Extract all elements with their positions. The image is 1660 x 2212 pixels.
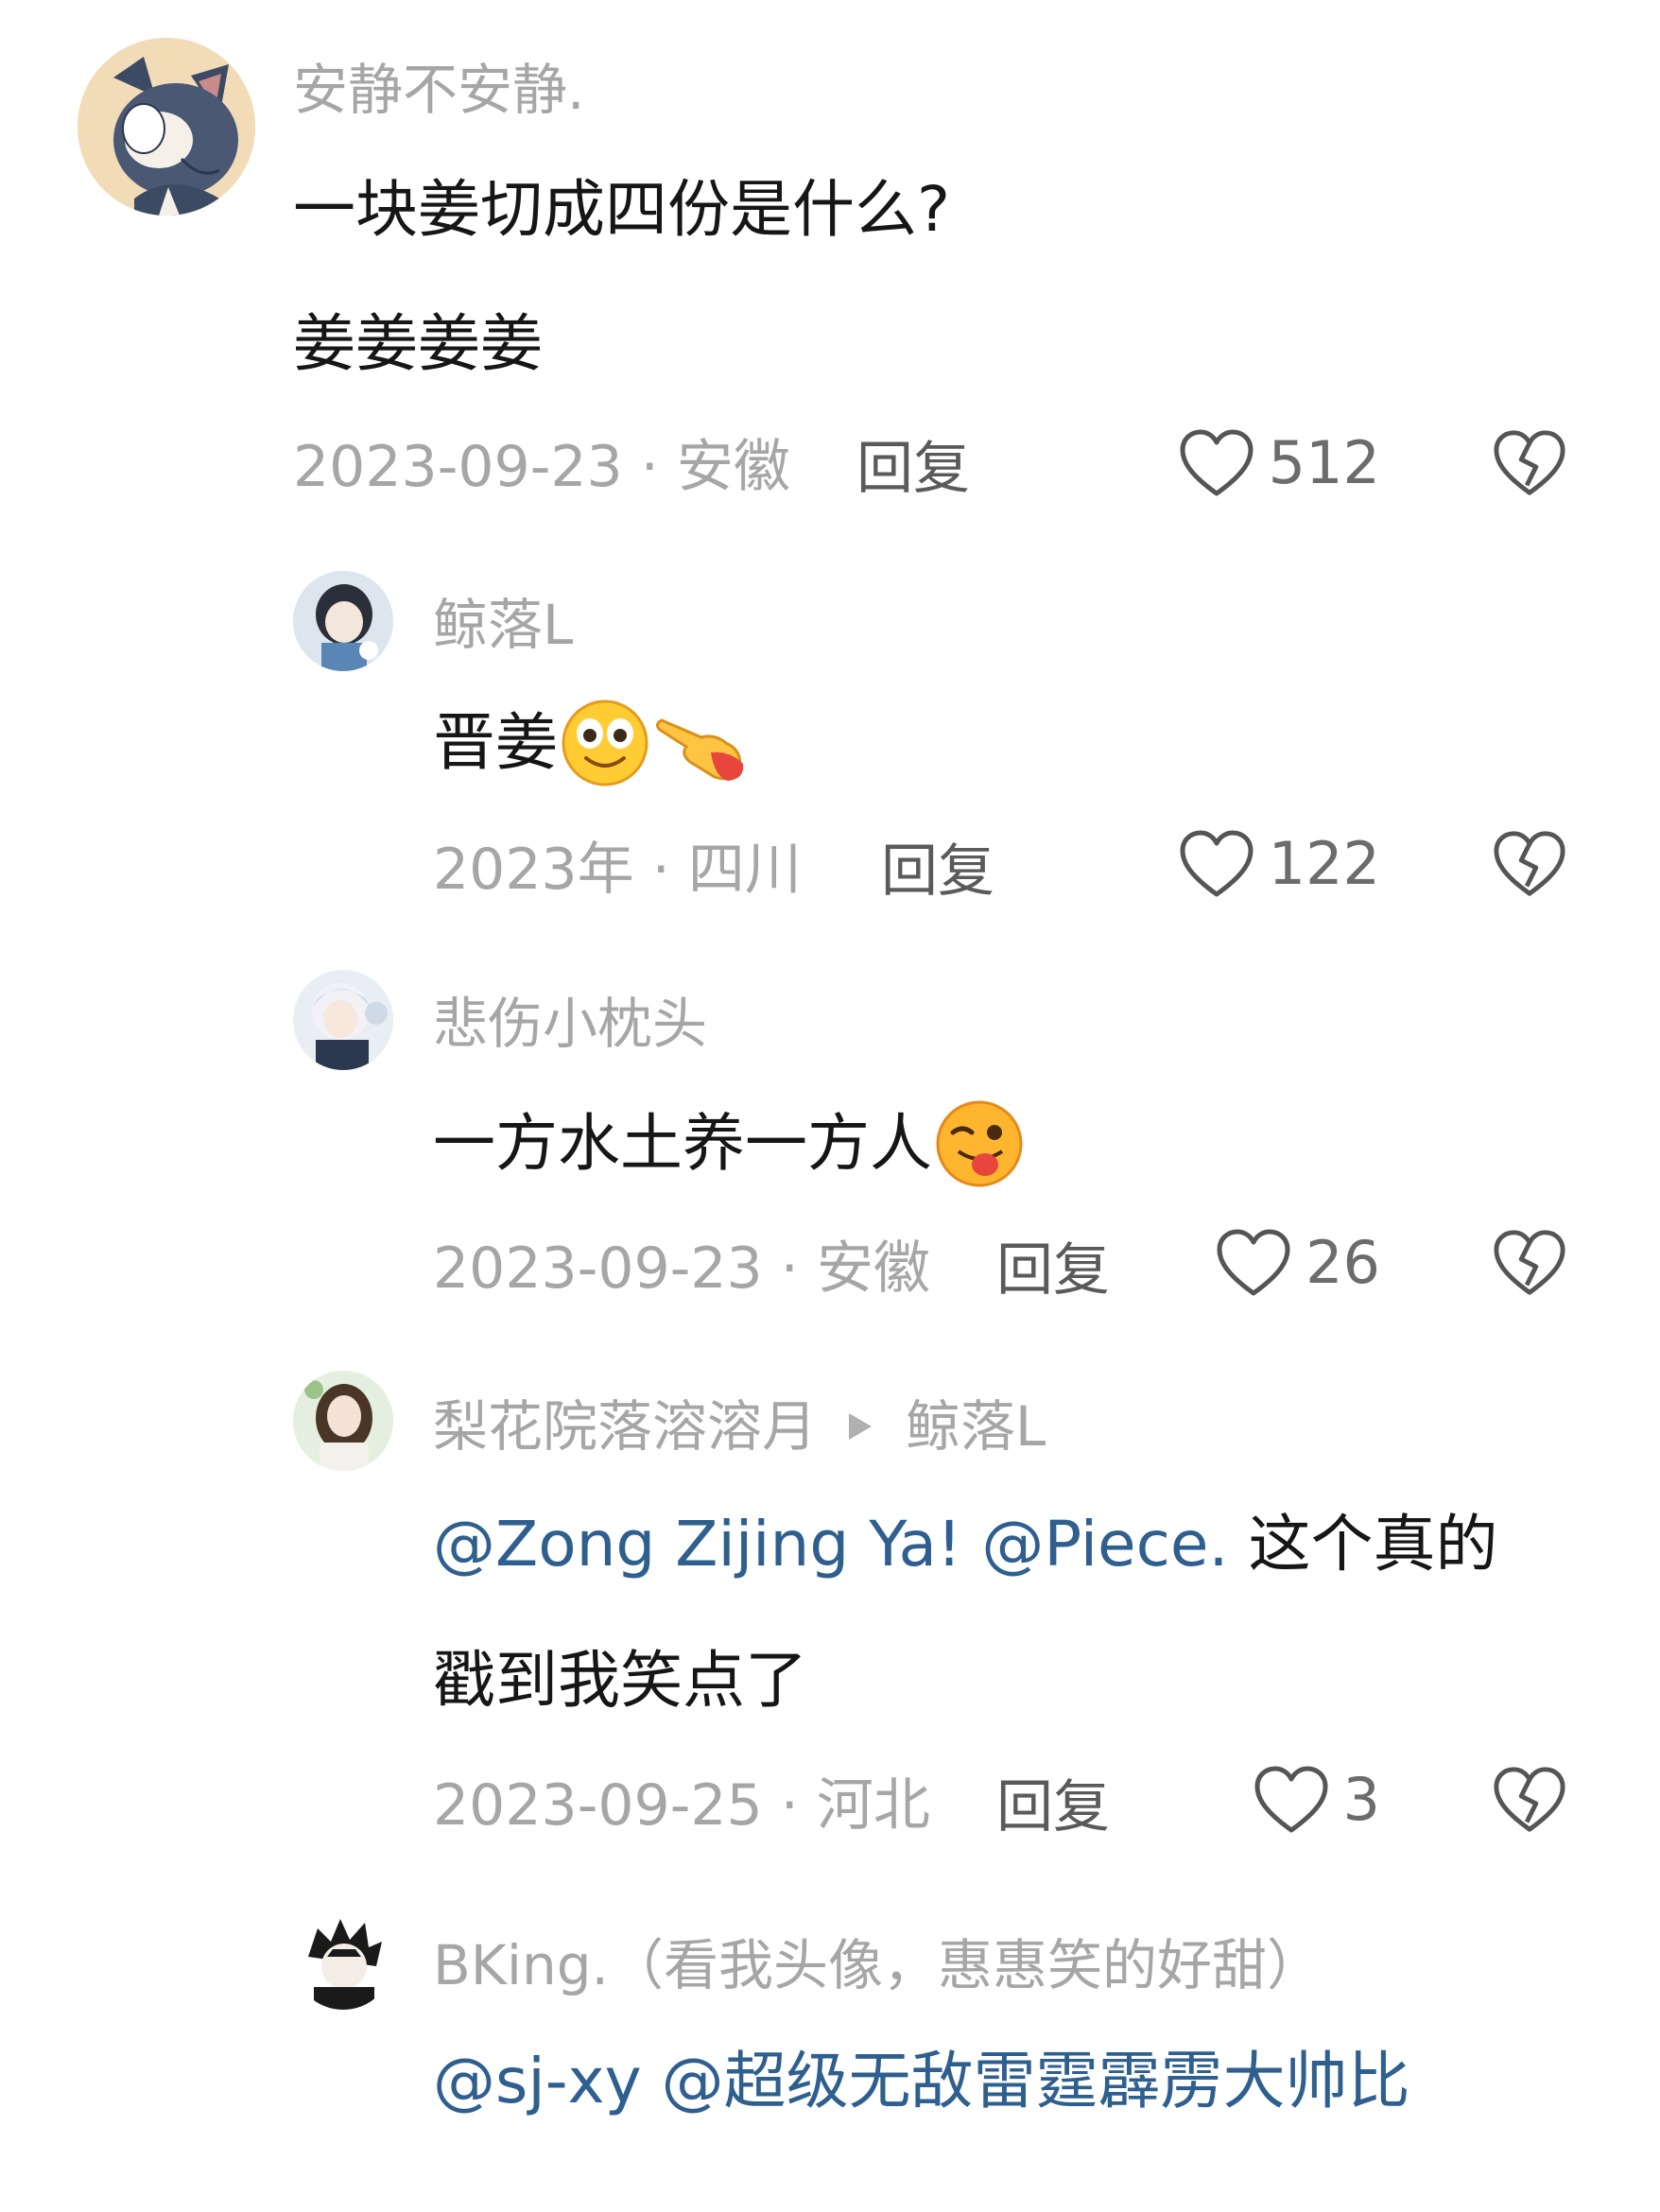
heart-icon <box>1254 1766 1328 1833</box>
reply-username[interactable]: 悲伤小枕头 <box>433 991 707 1057</box>
anime-girl-avatar-icon[interactable] <box>293 571 393 671</box>
mention-link[interactable]: @sj-xy <box>433 2045 642 2117</box>
mention-link[interactable]: @超级无敌雷霆霹雳大帅比 <box>662 2045 1410 2117</box>
reply-username[interactable]: BKing.（看我头像，惠惠笑的好甜） <box>433 1932 1322 1998</box>
heart-icon <box>1180 429 1254 496</box>
like-count: 26 <box>1306 1228 1380 1297</box>
comment-username[interactable]: 安静不安静. <box>293 57 584 123</box>
reply-date-location: 2023年 · 四川 <box>433 837 802 903</box>
comment-thread: 安静不安静. 一块姜切成四份是什么? 姜姜姜姜 2023-09-23 · 安徽 … <box>0 0 1660 2212</box>
comment-text: 一块姜切成四份是什么? <box>293 173 951 246</box>
comment-text: 姜姜姜姜 <box>293 307 543 380</box>
smiling-face-emoji <box>562 700 648 786</box>
reply-text: @Zong Zijing Ya! @Piece. 这个真的 <box>433 1508 1498 1581</box>
broken-heart-icon <box>1494 1767 1565 1832</box>
dislike-button[interactable] <box>1492 1764 1567 1836</box>
comment-date-location: 2023-09-23 · 安徽 <box>293 434 790 500</box>
like-button[interactable]: 122 <box>1097 828 1380 900</box>
broken-heart-icon <box>1494 831 1565 896</box>
reply-button[interactable]: 回复 <box>881 838 994 906</box>
reply-username: 梨花院落溶溶月 鲸落L <box>433 1393 1046 1460</box>
broken-heart-icon <box>1494 430 1565 495</box>
reply-username-link[interactable]: 梨花院落溶溶月 <box>433 1394 817 1459</box>
dislike-button[interactable] <box>1492 1227 1567 1299</box>
broken-heart-icon <box>1494 1230 1565 1295</box>
winking-tongue-emoji <box>936 1100 1023 1187</box>
like-count: 3 <box>1342 1765 1380 1834</box>
pointing-hand-emoji <box>655 718 744 781</box>
reply-username[interactable]: 鲸落L <box>433 592 573 658</box>
reply-button[interactable]: 回复 <box>996 1773 1110 1841</box>
dislike-button[interactable] <box>1492 427 1567 499</box>
heart-icon <box>1180 830 1254 897</box>
like-count: 122 <box>1268 829 1380 898</box>
girl-photo-avatar-icon[interactable] <box>293 1371 393 1471</box>
like-count: 512 <box>1268 428 1380 497</box>
reply-button[interactable]: 回复 <box>996 1236 1110 1305</box>
mention-link[interactable]: @Piece. <box>981 1508 1228 1581</box>
anime-boy-avatar-icon[interactable] <box>293 1910 393 2010</box>
reply-button[interactable]: 回复 <box>856 435 970 503</box>
dislike-button[interactable] <box>1492 828 1567 900</box>
heart-icon <box>1217 1229 1290 1296</box>
like-button[interactable]: 26 <box>1097 1227 1380 1299</box>
like-button[interactable]: 512 <box>1097 427 1380 499</box>
reply-arrow-icon <box>849 1412 873 1440</box>
like-button[interactable]: 3 <box>1097 1764 1380 1836</box>
reply-text: 晋姜 <box>433 700 756 792</box>
mention-link[interactable]: @Zong Zijing Ya! <box>433 1508 961 1581</box>
reply-date-location: 2023-09-25 · 河北 <box>433 1772 930 1839</box>
tom-cat-avatar-icon[interactable] <box>78 38 255 216</box>
reply-text: @sj-xy @超级无敌雷霆霹雳大帅比 <box>433 2044 1410 2119</box>
reply-text: 一方水土养一方人 <box>433 1100 1027 1193</box>
reply-date-location: 2023-09-23 · 安徽 <box>433 1236 930 1302</box>
replied-to-username[interactable]: 鲸落L <box>906 1394 1046 1459</box>
anime-girl-avatar-icon[interactable] <box>293 970 393 1070</box>
reply-text: 戳到我笑点了 <box>433 1644 807 1717</box>
